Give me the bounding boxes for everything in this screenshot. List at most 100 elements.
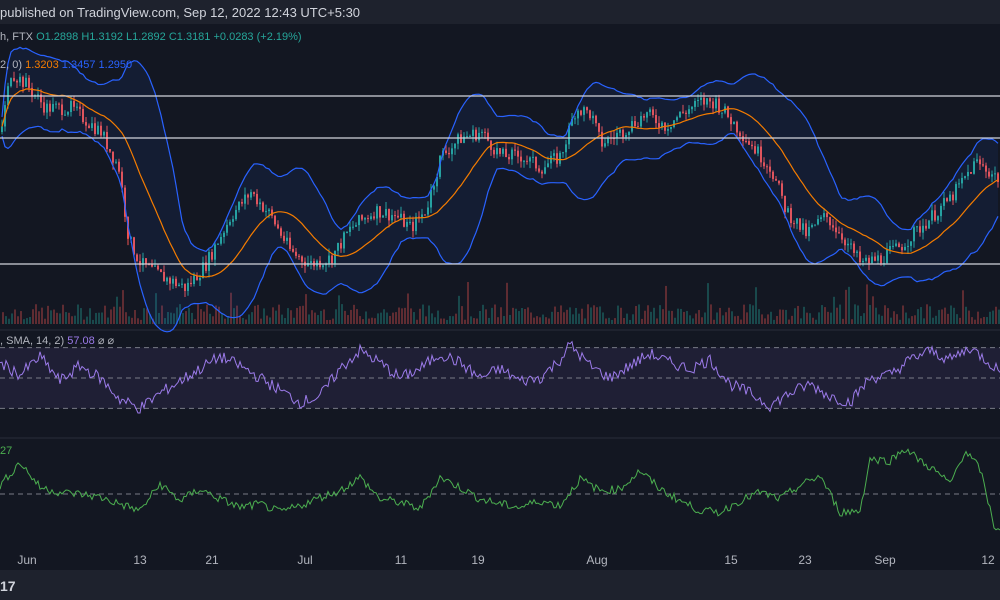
volume-bar <box>458 295 460 324</box>
volume-bar <box>455 313 457 324</box>
volume-bar <box>932 317 934 324</box>
volume-bar <box>479 310 481 324</box>
volume-bar <box>653 307 655 324</box>
volume-bar <box>950 305 952 324</box>
volume-bar <box>824 307 826 324</box>
volume-bar <box>734 316 736 324</box>
volume-bar <box>893 311 895 324</box>
volume-bar <box>536 316 538 324</box>
volume-bar <box>293 317 295 324</box>
volume-bar <box>941 309 943 324</box>
volume-bar <box>389 315 391 324</box>
volume-bar <box>782 309 784 324</box>
volume-bar <box>833 296 835 324</box>
volume-bar <box>89 308 91 324</box>
change-value: +0.0283 (+2.19%) <box>213 31 302 43</box>
volume-bar <box>104 305 106 324</box>
volume-bar <box>146 308 148 324</box>
volume-bar <box>539 317 541 324</box>
x-tick-label: 13 <box>133 553 147 567</box>
volume-bar <box>302 305 304 324</box>
volume-bar <box>656 318 658 324</box>
volume-bar <box>995 306 997 324</box>
volume-bar <box>662 309 664 324</box>
volume-bar <box>386 312 388 324</box>
volume-bar <box>80 308 82 324</box>
volume-bar <box>779 309 781 324</box>
volume-bar <box>716 312 718 324</box>
volume-bar <box>560 305 562 324</box>
volume-bar <box>710 304 712 324</box>
volume-bar <box>731 311 733 324</box>
volume-bar <box>680 308 682 324</box>
third-pane-legend[interactable]: 27 <box>0 445 12 457</box>
volume-bar <box>668 310 670 324</box>
volume-bar <box>377 313 379 324</box>
volume-bar <box>449 316 451 324</box>
volume-bar <box>836 307 838 324</box>
volume-bar <box>608 317 610 324</box>
volume-bar <box>791 315 793 324</box>
rsi-extra: ⌀ ⌀ <box>97 335 115 347</box>
volume-bar <box>776 316 778 324</box>
volume-bar <box>23 319 25 324</box>
volume-bar <box>26 318 28 324</box>
volume-bar <box>140 319 142 324</box>
x-tick-label: Aug <box>586 553 608 567</box>
volume-bar <box>506 282 508 324</box>
volume-bar <box>254 305 256 324</box>
volume-bar <box>494 304 496 324</box>
volume-bar <box>92 319 94 324</box>
volume-bar <box>356 309 358 324</box>
bb-legend[interactable]: 2, 0) 1.3203 1.3457 1.2950 <box>0 59 132 71</box>
volume-bar <box>704 312 706 324</box>
volume-bar <box>764 318 766 324</box>
volume-bar <box>803 306 805 324</box>
volume-bar <box>347 315 349 324</box>
volume-bar <box>374 318 376 324</box>
volume-bar <box>221 313 223 324</box>
volume-bar <box>5 316 7 324</box>
volume-bar <box>275 310 277 324</box>
volume-bar <box>752 305 754 324</box>
main-series-legend[interactable]: h, FTX O1.2898 H1.3192 L1.2892 C1.3181 +… <box>0 31 302 43</box>
volume-bar <box>278 304 280 324</box>
volume-bar <box>920 307 922 324</box>
volume-bar <box>743 304 745 324</box>
volume-bar <box>116 296 118 324</box>
volume-bar <box>332 318 334 324</box>
volume-bar <box>248 314 250 324</box>
volume-bar <box>419 308 421 324</box>
third-pane-line <box>0 448 1000 531</box>
volume-bar <box>896 314 898 324</box>
volume-bar <box>923 318 925 324</box>
volume-bar <box>257 304 259 324</box>
volume-bar <box>737 315 739 324</box>
volume-bar <box>863 313 865 324</box>
volume-bar <box>266 315 268 324</box>
volume-bar <box>533 317 535 324</box>
volume-bar <box>674 317 676 324</box>
volume-bar <box>818 312 820 324</box>
volume-bar <box>830 312 832 324</box>
volume-bar <box>593 305 595 324</box>
volume-bar <box>314 312 316 324</box>
volume-bar <box>194 319 196 324</box>
volume-bar <box>77 304 79 324</box>
chart-area[interactable] <box>0 24 1000 570</box>
volume-bar <box>968 310 970 324</box>
volume-bar <box>206 304 208 324</box>
volume-bar <box>308 314 310 324</box>
volume-bar <box>545 317 547 324</box>
volume-bar <box>809 313 811 324</box>
volume-bar <box>701 317 703 324</box>
volume-bar <box>482 304 484 324</box>
volume-bar <box>713 319 715 324</box>
volume-bar <box>86 316 88 324</box>
volume-bar <box>464 319 466 324</box>
rsi-legend[interactable]: , SMA, 14, 2) 57.08 ⌀ ⌀ <box>0 334 114 347</box>
x-tick-label: 23 <box>798 553 812 567</box>
volume-bar <box>740 319 742 324</box>
volume-bar <box>107 317 109 324</box>
volume-bar <box>626 313 628 324</box>
